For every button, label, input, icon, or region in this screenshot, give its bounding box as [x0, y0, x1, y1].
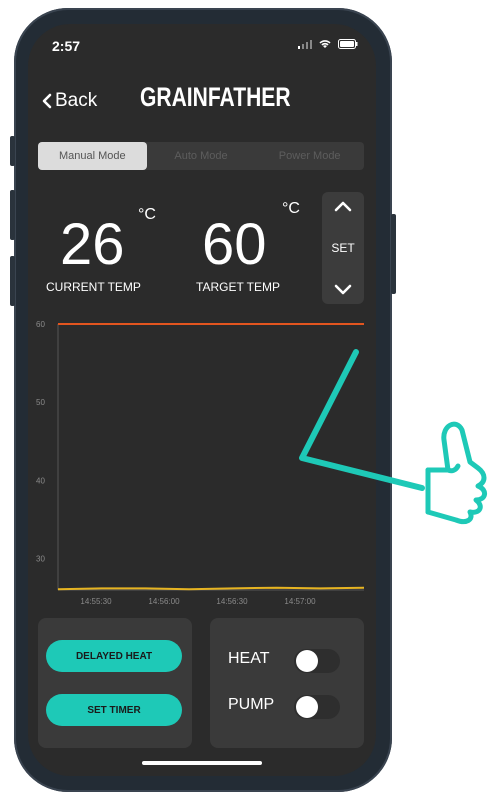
x-tick-label: 14:55:30: [80, 597, 112, 606]
phone-volume-down-button: [10, 256, 15, 306]
status-icons: [298, 38, 358, 49]
app-screen: 2:57 Back GRAINFATHER Manual Mode Auto M…: [28, 24, 376, 776]
pump-toggle-knob: [296, 696, 318, 718]
heat-label: HEAT: [228, 650, 270, 667]
heat-toggle[interactable]: [294, 649, 340, 673]
x-tick-label: 14:56:00: [148, 597, 180, 606]
phone-side-button: [10, 136, 15, 166]
tab-manual-mode[interactable]: Manual Mode: [38, 142, 147, 170]
set-label: SET: [331, 241, 355, 255]
target-temp-label: TARGET TEMP: [196, 280, 281, 294]
y-tick-label: 60: [36, 320, 45, 329]
back-label: Back: [55, 90, 98, 111]
home-indicator: [142, 761, 262, 765]
heat-toggle-knob: [296, 650, 318, 672]
current-temp-unit: °C: [138, 206, 156, 223]
thumbs-up-icon: [425, 421, 487, 525]
target-temp-unit: °C: [282, 200, 300, 217]
x-tick-label: 14:56:30: [216, 597, 248, 606]
set-timer-button[interactable]: SET TIMER: [46, 694, 182, 726]
toggle-panel: HEAT PUMP: [210, 618, 364, 748]
back-button[interactable]: Back: [42, 90, 97, 112]
y-tick-label: 50: [36, 398, 45, 407]
y-tick-label: 30: [36, 555, 45, 564]
x-tick-label: 14:57:00: [284, 597, 316, 606]
current-temp-value: 26: [60, 212, 125, 277]
signal-icon: [298, 39, 312, 49]
action-panel: DELAYED HEAT SET TIMER: [38, 618, 192, 748]
chevron-left-icon: [42, 93, 52, 109]
tab-power-mode[interactable]: Power Mode: [255, 142, 364, 170]
battery-icon: [338, 38, 358, 49]
wifi-icon: [319, 40, 331, 48]
temperature-chart: 30 40 50 60 14:55:30 14:56:00 14:56:30 14:57:00: [36, 320, 365, 606]
current-temp-label: CURRENT TEMP: [46, 280, 141, 294]
brand-logo: GRAINFATHER: [140, 82, 291, 112]
current-temp-series-line: [57, 586, 365, 591]
pump-toggle[interactable]: [294, 695, 340, 719]
tab-auto-mode[interactable]: Auto Mode: [147, 142, 256, 170]
status-time: 2:57: [52, 38, 81, 54]
chevron-up-icon[interactable]: [334, 200, 352, 212]
phone-power-button: [391, 214, 396, 294]
delayed-heat-button[interactable]: DELAYED HEAT: [46, 640, 182, 672]
mode-selector: Manual Mode Auto Mode Power Mode: [38, 142, 364, 170]
y-tick-label: 40: [36, 476, 45, 485]
target-temp-value: 60: [202, 212, 267, 277]
phone-volume-up-button: [10, 190, 15, 240]
chevron-down-icon[interactable]: [334, 284, 352, 296]
set-temp-control: SET: [322, 192, 364, 304]
pump-label: PUMP: [228, 696, 275, 713]
